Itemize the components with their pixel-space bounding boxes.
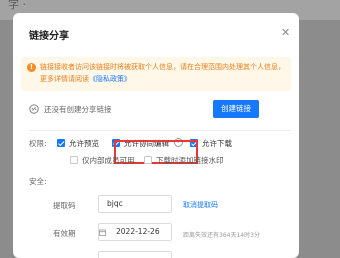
allow-download-label: 允许下载 — [202, 139, 232, 148]
internal-only-checkbox[interactable] — [70, 156, 78, 164]
internal-only-label: 仅内部成员可用 — [82, 156, 135, 165]
security-label: 安全: — [29, 177, 47, 186]
allow-preview-label: 允许预览 — [69, 139, 99, 148]
expiry-date-input[interactable]: 2022-12-26 — [98, 223, 172, 241]
extract-code-input[interactable]: bjqc — [98, 195, 172, 213]
dialog-title: 链接分享 — [29, 31, 69, 42]
privacy-policy-link[interactable]: 《隐私政策》 — [89, 75, 131, 83]
watermark-checkbox[interactable] — [144, 156, 152, 164]
additional-field-input[interactable] — [98, 251, 172, 258]
link-share-dialog: 链接分享 ✕ ! 链接接收者访问该链接时将被获取个人信息，请在合理范围内处理其个… — [13, 13, 299, 258]
watermark-label: 下载时添加链接水印 — [156, 156, 224, 165]
notice-message: 链接接收者访问该链接时将被获取个人信息，请在合理范围内处理其个人信息，更多详情请… — [40, 63, 285, 83]
link-status-text: 还没有创建分享链接 — [44, 105, 112, 114]
close-icon[interactable]: ✕ — [281, 27, 290, 38]
calendar-icon — [98, 229, 106, 236]
notice-text: 链接接收者访问该链接时将被获取个人信息，请在合理范围内处理其个人信息，更多详情请… — [40, 61, 288, 85]
divider — [29, 130, 291, 131]
background-text: 字 · — [8, 0, 26, 11]
expiry-label: 有效期 — [53, 229, 76, 238]
warning-icon: ! — [27, 63, 36, 72]
extract-code-label: 提取码 — [53, 201, 76, 210]
allow-preview-checkbox[interactable] — [57, 139, 65, 147]
permissions-label: 权限: — [29, 139, 47, 148]
privacy-notice: ! 链接接收者访问该链接时将被获取个人信息，请在合理范围内处理其个人信息，更多详… — [21, 57, 291, 91]
link-icon — [29, 104, 39, 114]
create-link-button[interactable]: 创建链接 — [213, 100, 259, 118]
expiry-hint: 距离失效还有364天14时3分 — [183, 232, 260, 239]
expiry-date-value: 2022-12-26 — [116, 227, 160, 236]
cancel-extract-code-link[interactable]: 取消提取码 — [183, 200, 218, 210]
